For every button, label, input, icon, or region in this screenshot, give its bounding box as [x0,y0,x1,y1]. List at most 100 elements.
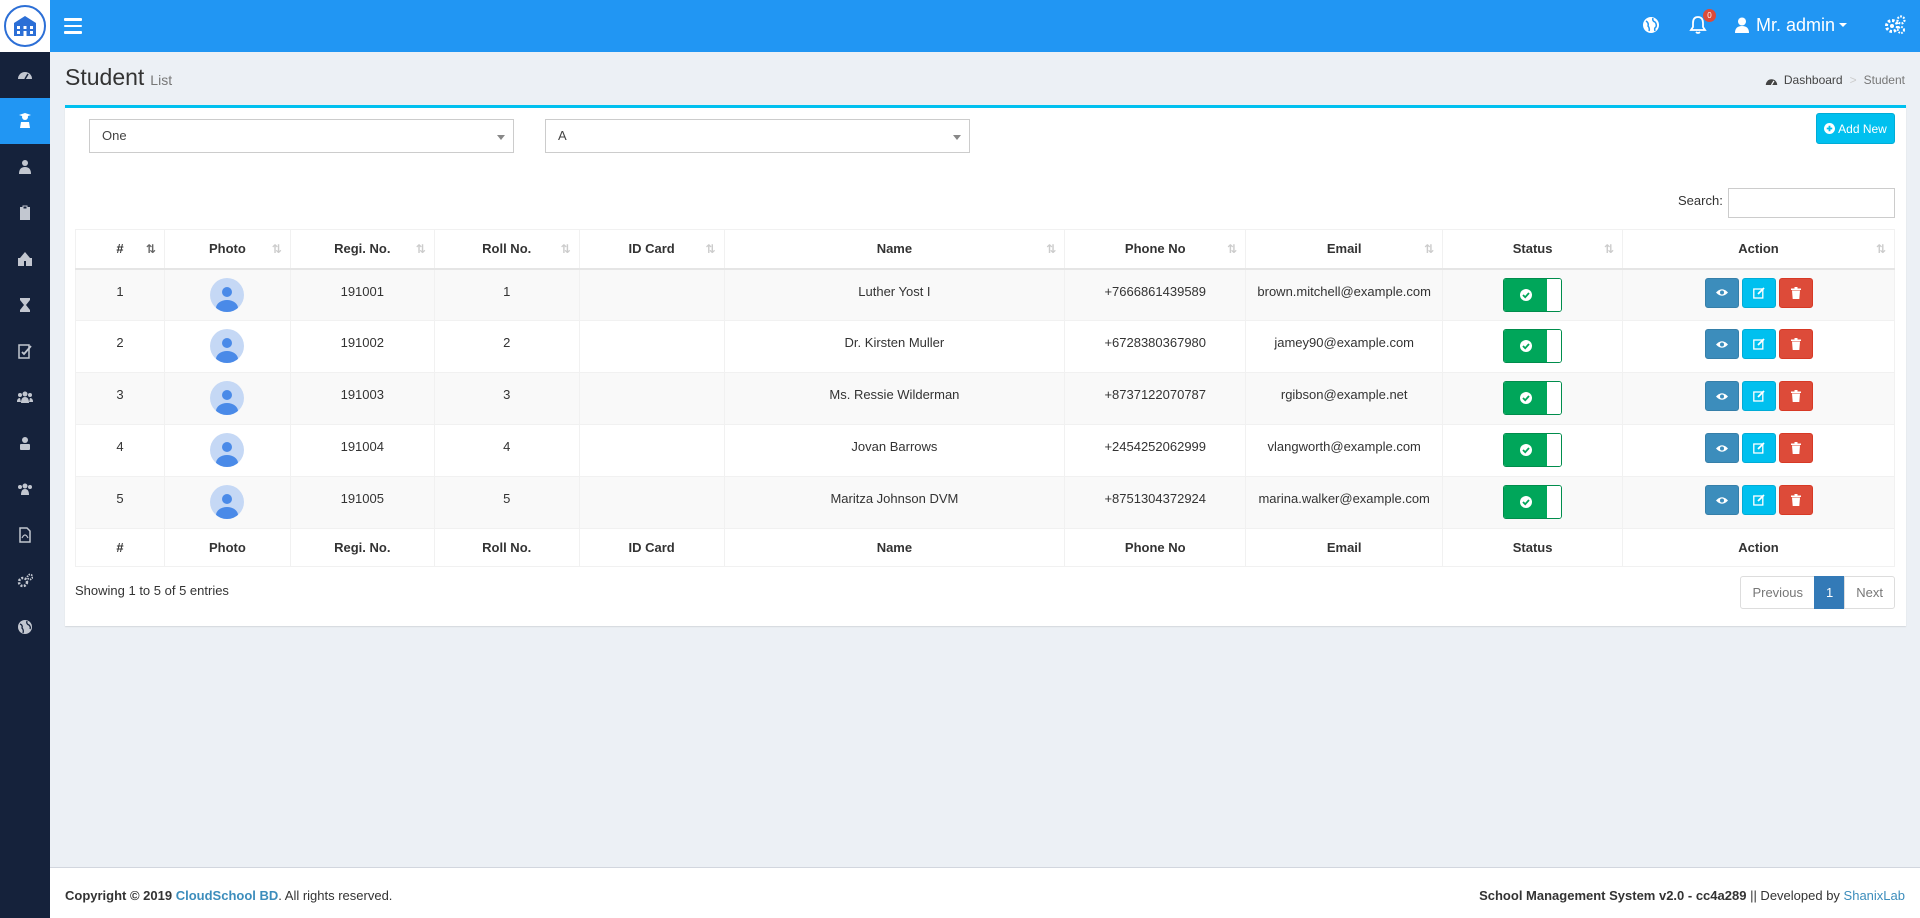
check-circle-icon [1519,444,1532,456]
view-button[interactable] [1704,433,1739,463]
sidebar-item-staff[interactable] [0,420,50,466]
footer-header-status: Status [1442,528,1624,567]
status-toggle[interactable] [1503,381,1563,415]
edit-button[interactable] [1741,485,1776,515]
column-header-regi-no[interactable]: Regi. No. ⇅ [289,229,435,270]
sidebar-item-academic[interactable] [0,236,50,282]
view-button[interactable] [1704,381,1739,411]
search-input[interactable] [1728,188,1895,218]
eye-icon [1715,289,1728,296]
sidebar-toggle-button[interactable] [64,18,82,34]
status-toggle[interactable] [1503,277,1563,312]
cell-name: Dr. Kirsten Muller [723,320,1066,373]
status-toggle[interactable] [1503,485,1563,519]
cell-number: 1 [75,268,165,321]
sidebar-item-dashboard[interactable] [0,52,50,98]
delete-button[interactable] [1778,329,1813,359]
cell-name: Luther Yost I [723,268,1066,321]
avatar-icon [210,433,245,467]
copyright: Copyright © 2019 CloudSchool BD. All rig… [65,888,393,903]
sidebar-item-website[interactable] [0,604,50,650]
sidebar [0,52,50,918]
sidebar-item-routine[interactable] [0,282,50,328]
column-header-phone[interactable]: Phone No ⇅ [1064,229,1247,270]
view-button[interactable] [1704,277,1739,308]
sort-icon: ⇅ [1227,242,1238,256]
sort-icon: ⇅ [560,242,571,256]
breadcrumb-dashboard-link[interactable]: Dashboard [1784,73,1843,87]
version-info: School Management System v2.0 - cc4a289 … [1479,888,1905,903]
pagination-previous-button[interactable]: Previous [1740,576,1816,609]
page-title: Student List [65,64,173,90]
view-button[interactable] [1704,329,1739,359]
cell-roll-no: 1 [433,268,580,321]
footer-header-photo: Photo [163,528,291,567]
hourglass-icon [20,298,30,312]
avatar-icon [210,381,245,415]
section-select[interactable]: A [545,119,970,153]
cell-regi-no: 191001 [289,268,435,321]
table-row: 4 191004 4 Jovan Barrows +2454252062999 vlang… [75,424,1895,477]
trash-icon [1790,390,1801,402]
delete-button[interactable] [1778,277,1813,308]
sort-icon: ⇅ [415,242,426,256]
cell-name: Maritza Johnson DVM [723,476,1066,529]
status-toggle[interactable] [1503,433,1563,467]
sidebar-item-reports[interactable] [0,512,50,558]
sidebar-item-users[interactable] [0,374,50,420]
footer-header-regi-no: Regi. No. [289,528,435,567]
add-new-button[interactable]: Add New [1816,113,1895,144]
sort-icon: ⇅ [1424,242,1435,256]
dashboard-icon [18,72,32,80]
column-header-name[interactable]: Name ⇅ [723,229,1066,270]
view-button[interactable] [1704,485,1739,515]
developer-link[interactable]: ShanixLab [1844,888,1905,903]
settings-gears-icon[interactable] [1883,14,1907,36]
footer-header-phone: Phone No [1064,528,1247,567]
user-menu-dropdown[interactable]: Mr. admin [1735,14,1848,36]
class-select[interactable]: One [89,119,514,153]
delete-button[interactable] [1778,381,1813,411]
cell-phone: +6728380367980 [1064,320,1247,373]
avatar-icon [210,277,245,312]
app-logo[interactable] [0,0,50,52]
sidebar-item-student[interactable] [0,98,50,144]
sidebar-item-attendance[interactable] [0,190,50,236]
column-header-status[interactable]: Status ⇅ [1442,229,1624,270]
edit-button[interactable] [1741,381,1776,411]
cell-action [1622,320,1895,373]
company-link[interactable]: CloudSchool BD [176,888,279,903]
edit-button[interactable] [1741,277,1776,308]
column-header-roll-no[interactable]: Roll No. ⇅ [433,229,580,270]
sidebar-item-settings[interactable] [0,558,50,604]
column-header-id-card[interactable]: ID Card ⇅ [578,229,725,270]
school-icon [18,252,32,266]
cell-action [1622,372,1895,425]
sidebar-item-teacher[interactable] [0,144,50,190]
sidebar-item-group[interactable] [0,466,50,512]
pagination-next-button[interactable]: Next [1844,576,1895,609]
cell-phone: +7666861439589 [1064,268,1247,321]
column-header-number[interactable]: # ⇅ [75,229,165,270]
page-footer: Copyright © 2019 CloudSchool BD. All rig… [50,867,1920,918]
language-globe-icon[interactable] [1641,15,1661,35]
edit-button[interactable] [1741,329,1776,359]
check-circle-icon [1519,340,1532,352]
cell-status [1442,320,1624,373]
edit-icon [1752,390,1765,402]
cell-id-card [578,476,725,529]
pagination-page-button[interactable]: 1 [1814,576,1846,609]
column-header-action[interactable]: Action ⇅ [1622,229,1895,270]
cell-photo [163,320,291,373]
cell-photo [163,424,291,477]
sidebar-item-exam[interactable] [0,328,50,374]
sort-asc-icon: ⇅ [145,242,156,256]
status-toggle[interactable] [1503,329,1563,363]
delete-button[interactable] [1778,485,1813,515]
column-header-email[interactable]: Email ⇅ [1245,229,1444,270]
delete-button[interactable] [1778,433,1813,463]
edit-button[interactable] [1741,433,1776,463]
table-row: 1 191001 1 Luther Yost I +7666861439589 brown… [75,268,1895,321]
column-header-photo[interactable]: Photo ⇅ [163,229,291,270]
group-icon [18,483,32,495]
